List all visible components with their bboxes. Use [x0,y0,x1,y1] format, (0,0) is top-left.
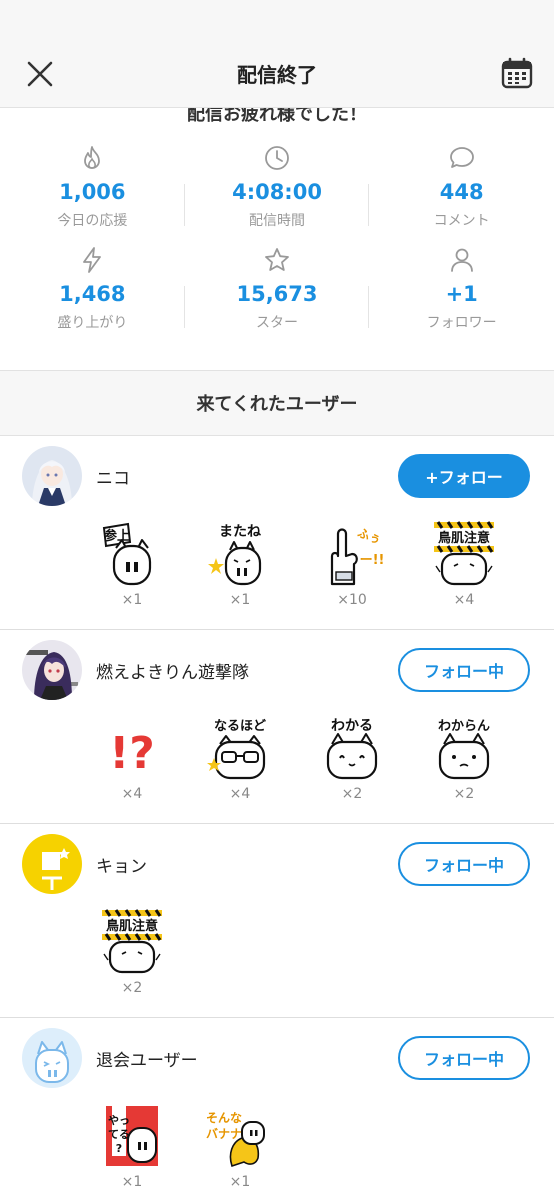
visitor-row: キョン フォロー中 鳥肌注意 ×2 [0,824,554,1018]
person-icon [450,248,473,272]
sticker-count: ×4 [453,592,475,608]
stat-value: 1,006 [59,180,126,204]
lightning-icon [83,247,102,273]
stat-label: スター [256,315,298,331]
svg-text:そんな: そんな [206,1111,242,1125]
svg-text:ふぅ: ふぅ [356,526,383,547]
stream-summary: 配信お疲れ様でした！ 1,006 今日の応援 4:08:00 配信時間 448 … [0,96,554,370]
user-name[interactable]: 退会ユーザー [96,1046,198,1071]
user-name[interactable]: キョン [96,852,147,877]
svg-text:てる: てる [108,1128,130,1141]
sticker-list: やっ てる ? ×1 そんな バナナ ×1 [0,1102,554,1198]
sticker-wakaru: わかる ×2 [312,714,392,810]
sticker-count: ×4 [121,786,143,802]
avatar[interactable] [22,834,82,894]
svg-text:ー!!: ー!! [360,553,385,568]
stat-comments: 448 コメント [369,144,554,244]
calendar-icon[interactable] [500,56,534,90]
stats-row-1: 1,006 今日の応援 4:08:00 配信時間 448 コメント [0,144,554,244]
stat-label: 今日の応援 [57,213,128,229]
stat-followers: +1 フォロワー [369,246,554,346]
user-name[interactable]: ニコ [96,464,130,489]
stat-stream-time: 4:08:00 配信時間 [185,144,370,244]
svg-text:鳥肌注意: 鳥肌注意 [438,530,490,546]
following-button[interactable]: フォロー中 [398,1036,530,1080]
sticker-list: !? ×4 なるほど ×4 わかる ×2 わからん ×2 [0,714,554,810]
visitor-row: ニコ +フォロー 参上 ×1 またね ×1 ふぅ ー!! ×10 鳥肌注意 ×4 [0,436,554,630]
sticker-banana: そんな バナナ ×1 [200,1102,280,1198]
sticker-yatteru: やっ てる ? ×1 [92,1102,172,1198]
svg-text:なるほど: なるほど [214,719,266,734]
stat-value: 1,468 [59,282,126,306]
visitor-row: 燃えよきりん遊撃隊 フォロー中 !? ×4 なるほど ×4 わかる ×2 わから… [0,630,554,824]
sticker-wakaran: わからん ×2 [424,714,504,810]
sticker-count: ×4 [229,786,251,802]
svg-text:?: ? [116,1142,122,1155]
clock-icon [265,146,289,170]
stat-support: 1,006 今日の応援 [0,144,185,244]
fire-icon [84,146,101,169]
close-icon[interactable] [24,58,56,90]
svg-text:またね: またね [219,524,261,540]
sticker-count: ×2 [453,786,475,802]
sticker-count: ×1 [229,592,251,608]
user-name[interactable]: 燃えよきりん遊撃隊 [96,658,249,683]
comment-icon [449,147,474,168]
avatar[interactable] [22,640,82,700]
stats-row-2: 1,468 盛り上がり 15,673 スター +1 フォロワー [0,246,554,346]
avatar[interactable] [22,1028,82,1088]
stat-label: 盛り上がり [57,315,128,331]
avatar[interactable] [22,446,82,506]
stat-value: 15,673 [236,282,318,306]
sticker-fuu: ふぅ ー!! ×10 [312,520,392,616]
visitor-row: 退会ユーザー フォロー中 やっ てる ? ×1 そんな バナナ ×1 [0,1018,554,1200]
stat-value: +1 [445,282,478,306]
sticker-exclaim: !? ×4 [92,714,172,810]
sticker-torihada: 鳥肌注意 ×2 [92,908,172,1004]
svg-text:わからん: わからん [438,719,490,734]
stat-value: 448 [439,180,484,204]
sticker-count: ×1 [121,1174,143,1190]
stat-excitement: 1,468 盛り上がり [0,246,185,346]
sticker-count: ×1 [229,1174,251,1190]
header-bar: 配信終了 [0,40,554,108]
svg-text:やっ: やっ [108,1114,130,1127]
svg-text:わかる: わかる [331,718,373,734]
sticker-torihada: 鳥肌注意 ×4 [424,520,504,616]
visitors-section-title: 来てくれたユーザー [0,370,554,436]
stat-label: フォロワー [426,315,497,331]
stat-label: 配信時間 [249,213,305,229]
sticker-sanjou: 参上 ×1 [92,520,172,616]
svg-text:鳥肌注意: 鳥肌注意 [106,918,158,934]
sticker-count: ×1 [121,592,143,608]
status-area [0,0,554,40]
stat-label: コメント [433,213,490,229]
stat-stars: 15,673 スター [185,246,370,346]
star-icon [265,248,289,271]
sticker-matane: またね ×1 [200,520,280,616]
svg-text:参上: 参上 [104,528,130,544]
sticker-list: 参上 ×1 またね ×1 ふぅ ー!! ×10 鳥肌注意 ×4 [0,520,554,616]
follow-button[interactable]: +フォロー [398,454,530,498]
following-button[interactable]: フォロー中 [398,648,530,692]
sticker-count: ×10 [337,592,367,608]
page-title: 配信終了 [237,63,317,87]
svg-text:!?: !? [109,728,155,779]
sticker-naruhodo: なるほど ×4 [200,714,280,810]
sticker-list: 鳥肌注意 ×2 [0,908,554,1004]
sticker-count: ×2 [121,980,143,996]
sticker-count: ×2 [341,786,363,802]
svg-text:バナナ: バナナ [206,1127,242,1141]
following-button[interactable]: フォロー中 [398,842,530,886]
stat-value: 4:08:00 [232,180,322,204]
